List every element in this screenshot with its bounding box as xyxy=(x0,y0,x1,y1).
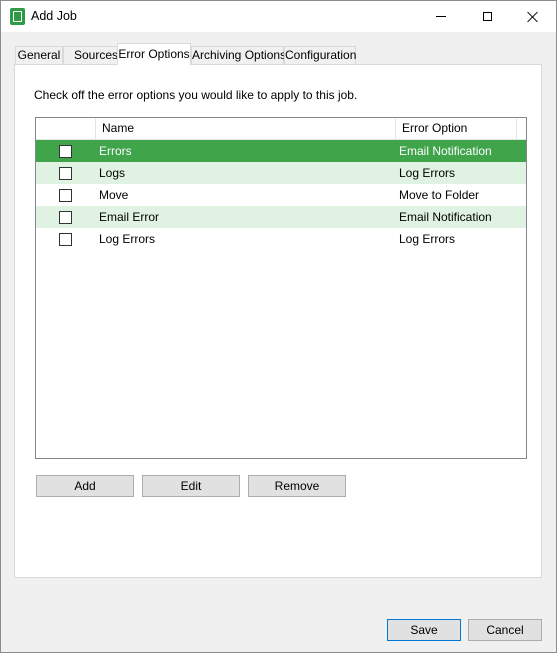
maximize-icon xyxy=(482,12,492,21)
table-row[interactable]: Email Error Email Notification xyxy=(36,206,526,228)
row-checkbox[interactable] xyxy=(59,189,72,202)
row-name: Errors xyxy=(99,144,132,158)
column-header-error-option[interactable]: Error Option xyxy=(396,118,517,139)
table-row[interactable]: Move Move to Folder xyxy=(36,184,526,206)
row-checkbox[interactable] xyxy=(59,167,72,180)
add-job-dialog: Add Job General Sources Error Options Ar… xyxy=(0,0,557,653)
error-options-list[interactable]: Name Error Option Errors Email Notificat… xyxy=(35,117,527,459)
table-row[interactable]: Log Errors Log Errors xyxy=(36,228,526,250)
column-header-check[interactable] xyxy=(36,118,96,139)
app-job-icon xyxy=(10,8,25,25)
row-checkbox[interactable] xyxy=(59,145,72,158)
row-error-option: Email Notification xyxy=(399,210,492,224)
table-row[interactable]: Logs Log Errors xyxy=(36,162,526,184)
tab-error-options[interactable]: Error Options xyxy=(117,43,191,65)
row-checkbox[interactable] xyxy=(59,211,72,224)
edit-button[interactable]: Edit xyxy=(142,475,240,497)
close-icon xyxy=(527,11,539,23)
close-button[interactable] xyxy=(510,1,556,32)
row-error-option: Email Notification xyxy=(399,144,492,158)
tab-configuration[interactable]: Configuration xyxy=(284,46,356,64)
dialog-footer: Save Cancel xyxy=(1,605,556,652)
add-button[interactable]: Add xyxy=(36,475,134,497)
cancel-button[interactable]: Cancel xyxy=(468,619,542,641)
save-button[interactable]: Save xyxy=(387,619,461,641)
row-error-option: Log Errors xyxy=(399,166,456,180)
window-title: Add Job xyxy=(31,9,77,23)
error-options-panel: Check off the error options you would li… xyxy=(14,64,542,578)
row-error-option: Move to Folder xyxy=(399,188,480,202)
tab-general[interactable]: General xyxy=(15,46,63,64)
table-row[interactable]: Errors Email Notification xyxy=(36,140,526,162)
minimize-icon xyxy=(436,16,446,17)
tab-archiving-options[interactable]: Archiving Options xyxy=(191,46,286,64)
row-name: Logs xyxy=(99,166,126,180)
remove-button[interactable]: Remove xyxy=(248,475,346,497)
title-bar: Add Job xyxy=(1,1,556,32)
instructions-text: Check off the error options you would li… xyxy=(34,88,358,102)
minimize-button[interactable] xyxy=(418,1,464,32)
column-header-name[interactable]: Name xyxy=(96,118,396,139)
row-name: Move xyxy=(99,188,129,202)
row-name: Email Error xyxy=(99,210,160,224)
row-checkbox[interactable] xyxy=(59,233,72,246)
row-error-option: Log Errors xyxy=(399,232,456,246)
maximize-button[interactable] xyxy=(464,1,510,32)
row-name: Log Errors xyxy=(99,232,156,246)
list-header: Name Error Option xyxy=(36,118,526,140)
